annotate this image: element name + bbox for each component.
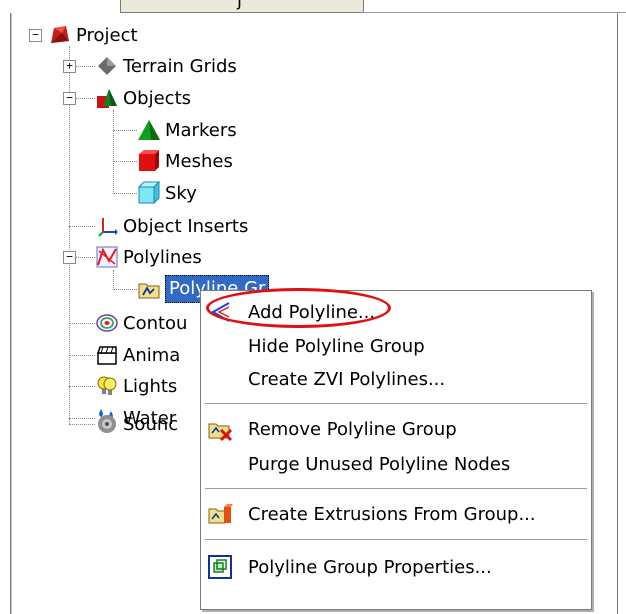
menu-item-label: Create Extrusions From Group... [248,503,536,525]
tree-connector [69,386,95,387]
tree-connector [69,418,95,419]
tree-node-meshes[interactable]: Meshes [137,147,233,175]
contours-icon [95,311,119,335]
tree-node-label: Objects [123,87,192,109]
menu-item-label: Create ZVI Polylines... [248,368,446,390]
menu-separator [205,539,587,541]
menu-item-remove-polyline-group[interactable]: Remove Polyline Group [201,414,591,444]
tree-node-label: Contou [123,312,188,334]
meshes-icon [137,149,161,173]
sky-icon [137,181,161,205]
tree-node-label: Polylines [123,246,202,268]
tree-node-contours[interactable]: Contou [95,309,187,337]
tree-node-object-inserts[interactable]: Object Inserts [95,212,248,240]
context-menu: Add Polyline... Hide Polyline Group Crea… [200,290,592,610]
menu-separator [205,488,587,490]
markers-icon [137,118,161,142]
expander-terrain-grids[interactable]: + [63,60,76,73]
animation-icon [95,343,119,367]
tree-connector [113,110,114,194]
menu-item-label: Remove Polyline Group [248,418,457,440]
tree-node-sounds[interactable]: Sounc [95,410,178,438]
tree-node-label: Meshes [165,150,233,172]
tree-node-project[interactable]: Project [48,21,138,49]
menu-item-label: Hide Polyline Group [248,335,425,357]
menu-item-label: Purge Unused Polyline Nodes [248,453,511,475]
tree-connector [113,289,137,290]
tree-connector [69,323,95,324]
objects-icon [95,86,119,110]
tree-node-terrain-grids[interactable]: Terrain Grids [95,52,237,80]
tree-node-label: Lights [123,375,178,397]
tree-node-objects[interactable]: Objects [95,84,191,112]
terrain-grids-icon [95,54,119,78]
menu-separator [205,403,587,405]
add-polyline-icon [207,299,233,325]
tree-node-markers[interactable]: Markers [137,116,237,144]
tree-node-label: Terrain Grids [123,55,237,77]
menu-item-add-polyline[interactable]: Add Polyline... [201,297,591,327]
properties-icon [207,554,233,580]
tree-node-label: Markers [165,119,237,141]
menu-item-label: Polyline Group Properties... [248,556,492,578]
expander-polylines[interactable]: − [63,251,76,264]
menu-item-hide-polyline-group[interactable]: Hide Polyline Group [201,331,591,361]
project-icon [48,23,72,47]
tree-connector [113,130,137,131]
tree-connector [113,193,137,194]
menu-item-polyline-group-properties[interactable]: Polyline Group Properties... [201,552,591,582]
panel-tab-top: j [120,0,364,13]
create-extrusions-icon [207,501,233,527]
tree-connector [113,270,114,290]
polylines-icon [95,245,119,269]
menu-item-create-extrusions-from-group[interactable]: Create Extrusions From Group... [201,499,591,529]
tree-node-label: Sounc [123,413,179,435]
tree-node-sky[interactable]: Sky [137,179,197,207]
tree-node-label: Object Inserts [123,215,249,237]
polyline-group-folder-icon [137,277,161,301]
tree-node-label: Project [76,24,138,46]
menu-item-purge-unused-polyline-nodes[interactable]: Purge Unused Polyline Nodes [201,449,591,479]
tree-node-label: Sky [165,182,197,204]
sounds-icon [95,412,119,436]
expander-objects[interactable]: − [63,92,76,105]
menu-item-label: Add Polyline... [248,301,376,323]
tree-node-polylines[interactable]: Polylines [95,243,202,271]
tree-node-label: Anima [123,344,181,366]
lights-icon [95,374,119,398]
object-inserts-icon [95,214,119,238]
tree-connector [69,424,95,425]
expander-project[interactable]: − [29,29,42,42]
tree-node-animation[interactable]: Anima [95,341,180,369]
tree-node-lights[interactable]: Lights [95,372,177,400]
tree-connector [69,355,95,356]
tree-connector [69,226,95,227]
menu-item-create-zvi-polylines[interactable]: Create ZVI Polylines... [201,364,591,394]
remove-polyline-group-icon [207,416,233,442]
tree-connector [113,161,137,162]
